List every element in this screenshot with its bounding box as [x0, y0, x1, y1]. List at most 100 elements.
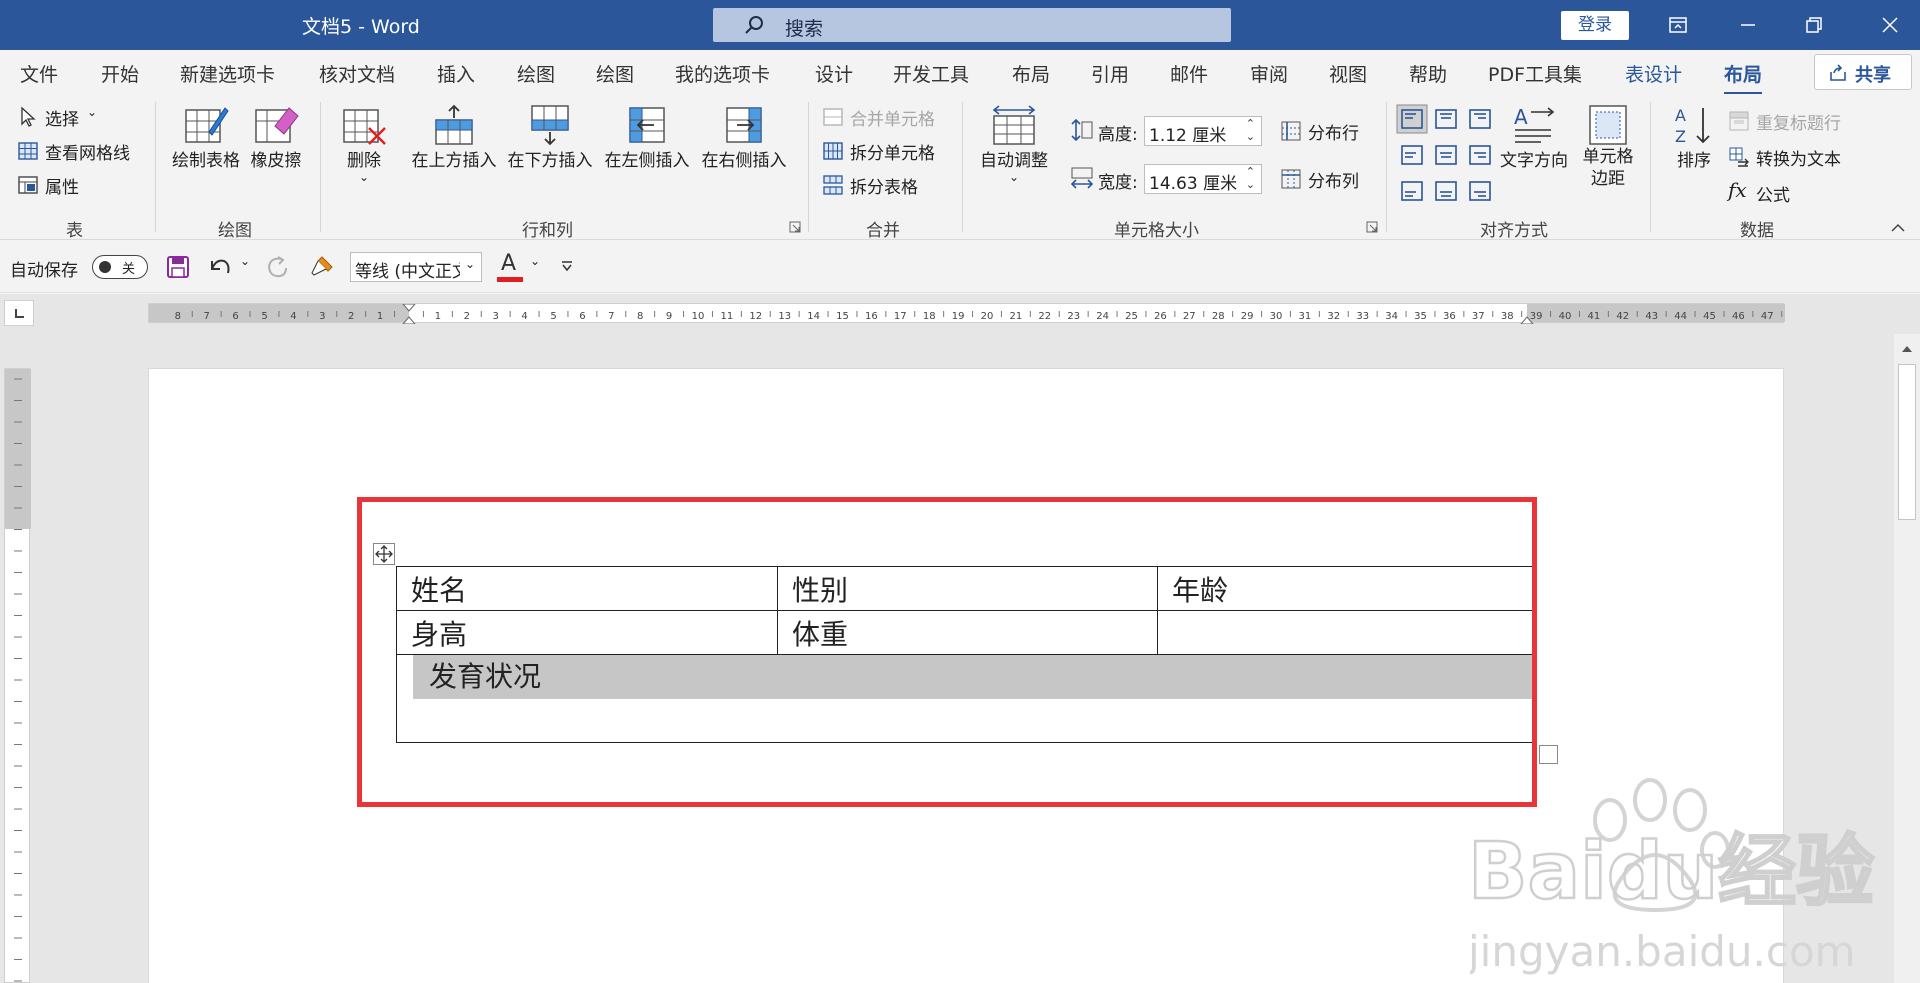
table-resize-handle[interactable] [1539, 745, 1558, 764]
alignment-grid[interactable] [1396, 104, 1506, 208]
chevron-down-icon: ⌄ [464, 257, 475, 271]
svg-text:35: 35 [1414, 311, 1427, 322]
spinner-arrows-icon[interactable]: ⌃ ⌄ [1246, 117, 1255, 143]
tab-design[interactable]: 设计 [815, 60, 853, 87]
delete-label: 删除 [347, 151, 381, 171]
eraser-button[interactable]: 橡皮擦 [248, 104, 304, 171]
tab-file[interactable]: 文件 [20, 60, 58, 87]
tab-home[interactable]: 开始 [101, 60, 139, 87]
tab-layout[interactable]: 布局 [1012, 60, 1050, 87]
column-width-field[interactable]: 14.63 厘米 ⌃ ⌄ [1144, 164, 1262, 194]
group-separator [1386, 102, 1387, 232]
merge-cells-label: 合并单元格 [850, 110, 935, 130]
distribute-rows-icon [1281, 121, 1301, 141]
insert-below-button[interactable]: 在下方插入 [506, 104, 594, 171]
customize-toolbar-icon[interactable] [560, 259, 574, 273]
insert-above-button[interactable]: 在上方插入 [410, 104, 498, 171]
svg-text:A: A [1514, 105, 1528, 129]
chevron-down-icon[interactable]: ⌄ [240, 254, 250, 268]
tab-draw-1[interactable]: 绘图 [517, 60, 555, 87]
horizontal-ruler-area: 8 7 6 5 4 3 2 1 1 2 3 4 5 6 7 8 9 10 11 12 13 14 15 16 17 18 19 20 2… [0, 294, 1920, 334]
formula-fx-icon: fx [1728, 178, 1747, 202]
tab-table-layout[interactable]: 布局 [1724, 60, 1763, 95]
tab-references[interactable]: 引用 [1091, 60, 1129, 87]
svg-text:47: 47 [1761, 311, 1774, 322]
autosave-toggle[interactable]: 关 [92, 255, 148, 279]
search-box[interactable]: 搜索 [713, 8, 1231, 42]
tab-proofread[interactable]: 核对文档 [319, 60, 395, 87]
watermark-url: jingyan.baidu.com [1470, 927, 1856, 976]
login-button[interactable]: 登录 [1561, 11, 1629, 40]
tab-my-tab[interactable]: 我的选项卡 [675, 60, 770, 87]
group-separator [1650, 102, 1651, 232]
svg-text:41: 41 [1588, 311, 1601, 322]
collapse-ribbon-icon[interactable] [1890, 222, 1906, 234]
minimize-button[interactable] [1720, 0, 1776, 50]
insert-below-label: 在下方插入 [507, 151, 593, 171]
font-name-dropdown[interactable]: 等线 (中文正文) ⌄ [350, 252, 482, 282]
save-icon[interactable] [166, 255, 190, 279]
svg-text:10: 10 [692, 311, 705, 322]
ribbon-display-options-button[interactable] [1650, 0, 1706, 50]
tab-draw-2[interactable]: 绘图 [596, 60, 634, 87]
tab-insert[interactable]: 插入 [437, 60, 475, 87]
insert-left-button[interactable]: 在左侧插入 [603, 104, 691, 171]
column-width-icon [1070, 167, 1094, 189]
tab-developer[interactable]: 开发工具 [893, 60, 969, 87]
cursor-icon [21, 106, 36, 127]
font-color-a-icon: A [501, 251, 517, 276]
svg-text:36: 36 [1443, 311, 1456, 322]
title-bar: 文档5 - Word 搜索 登录 [0, 0, 1920, 50]
tab-help[interactable]: 帮助 [1409, 60, 1447, 87]
vertical-ruler-ticks [5, 369, 31, 982]
tab-table-design[interactable]: 表设计 [1625, 60, 1682, 87]
font-color-swatch [497, 277, 523, 282]
tab-new-tab[interactable]: 新建选项卡 [180, 60, 275, 87]
autosave-state: 关 [122, 262, 136, 277]
dialog-launcher-icon[interactable] [1366, 221, 1378, 233]
cell-margins-label-line2: 边距 [1591, 169, 1625, 189]
insert-right-button[interactable]: 在右侧插入 [700, 104, 788, 171]
cell-margins-button[interactable]: 单元格 边距 [1576, 104, 1640, 190]
tab-selector[interactable] [4, 300, 34, 326]
svg-text:30: 30 [1270, 311, 1283, 322]
tab-mailings[interactable]: 邮件 [1170, 60, 1208, 87]
font-color-button[interactable]: A [497, 251, 525, 283]
group-separator [962, 102, 963, 232]
format-painter-icon[interactable] [308, 253, 336, 281]
svg-text:1: 1 [435, 311, 441, 322]
close-button[interactable] [1862, 0, 1918, 50]
undo-icon[interactable] [206, 255, 232, 279]
share-button[interactable]: 共享 [1814, 54, 1912, 90]
annotation-highlight-box [357, 497, 1537, 807]
sort-button[interactable]: AZ 排序 [1664, 104, 1724, 171]
delete-button[interactable]: 删除 ⌄ [338, 104, 390, 183]
redo-icon[interactable] [264, 255, 290, 279]
share-label: 共享 [1855, 65, 1891, 86]
tab-pdf-tools[interactable]: PDF工具集 [1488, 60, 1582, 87]
insert-left-icon [629, 107, 665, 143]
chevron-down-icon[interactable]: ⌄ [530, 254, 540, 268]
draw-table-button[interactable]: 绘制表格 [168, 104, 244, 171]
text-direction-button[interactable]: A 文字方向 [1496, 104, 1572, 171]
text-direction-label: 文字方向 [1500, 151, 1568, 171]
toggle-knob [99, 261, 111, 273]
spinner-arrows-icon[interactable]: ⌃ ⌄ [1246, 165, 1255, 191]
insert-below-icon [531, 105, 569, 146]
scroll-up-icon[interactable] [1900, 344, 1914, 354]
autofit-button[interactable]: 自动调整 ⌄ [974, 104, 1054, 183]
restore-button[interactable] [1786, 0, 1842, 50]
group-label-cell-size: 单元格大小 [1114, 221, 1199, 241]
horizontal-ruler[interactable]: 8 7 6 5 4 3 2 1 1 2 3 4 5 6 7 8 9 10 11 12 13 14 15 16 17 18 19 20 2… [148, 303, 1785, 324]
repeat-header-label: 重复标题行 [1756, 114, 1841, 134]
scrollbar-thumb[interactable] [1898, 364, 1916, 520]
svg-text:17: 17 [894, 311, 907, 322]
tab-review[interactable]: 审阅 [1250, 60, 1288, 87]
row-height-field[interactable]: 1.12 厘米 ⌃ ⌄ [1144, 116, 1262, 146]
tab-view[interactable]: 视图 [1329, 60, 1367, 87]
svg-text:34: 34 [1385, 311, 1398, 322]
dialog-launcher-icon[interactable] [789, 221, 801, 233]
split-cells-label: 拆分单元格 [850, 144, 935, 164]
vertical-ruler[interactable] [4, 368, 31, 983]
baidu-watermark: Baidu经验 jingyan.baidu.com [1470, 778, 1875, 976]
